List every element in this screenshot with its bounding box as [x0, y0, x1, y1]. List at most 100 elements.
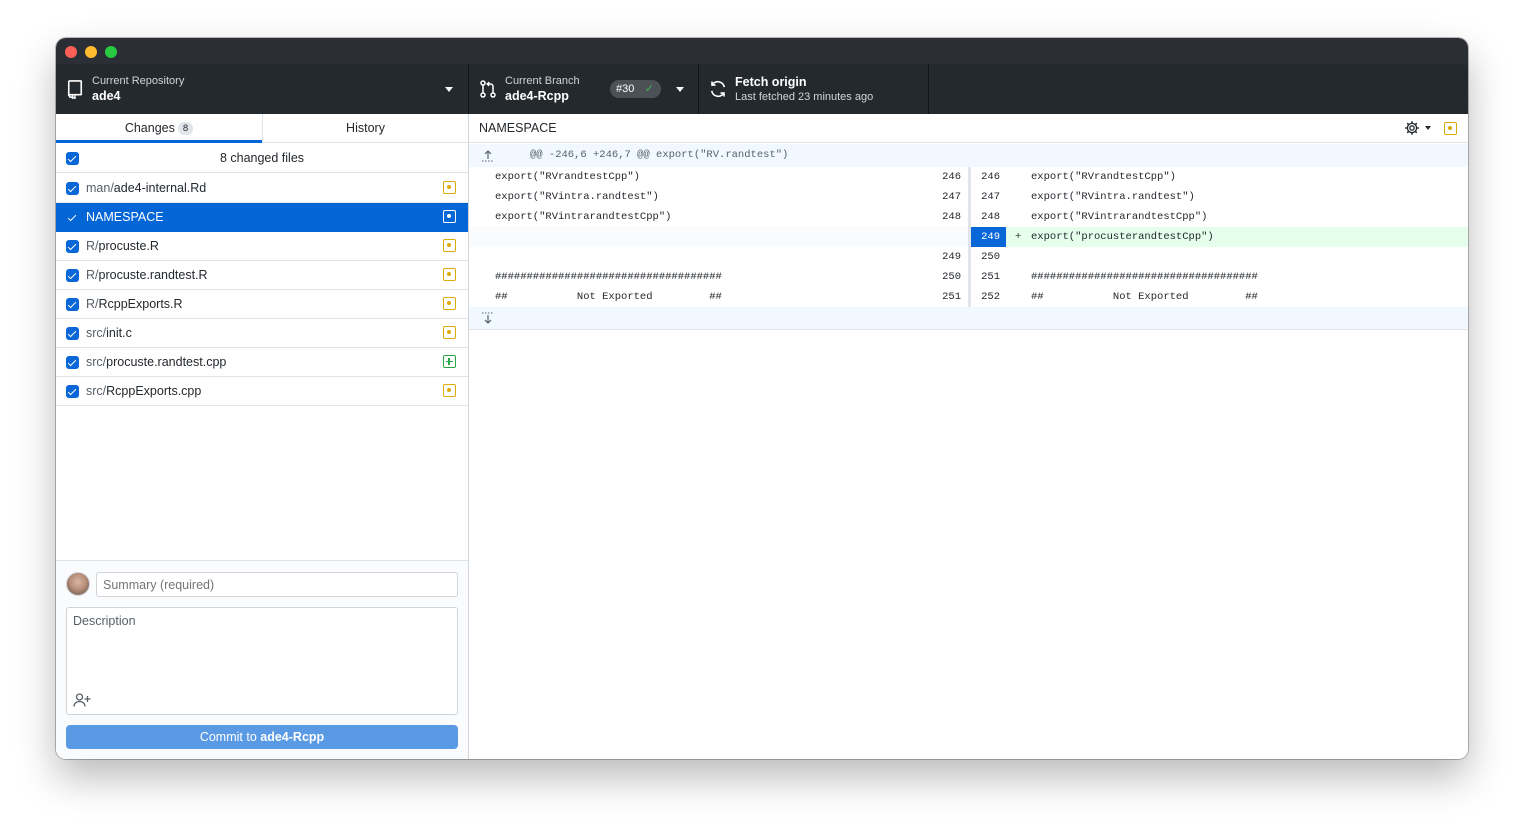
modified-status-icon [443, 239, 456, 252]
description-field[interactable]: Description [66, 607, 458, 715]
left-line-code: export("RVrandtestCpp") [495, 171, 640, 183]
branch-name: ade4-Rcpp [505, 89, 569, 103]
sidebar-tabs: Changes 8 History [56, 114, 468, 143]
file-checkbox[interactable] [66, 269, 79, 282]
pr-number: #30 [616, 83, 635, 95]
commit-panel: Description Commit to ade4-Rcpp [56, 560, 468, 759]
left-line-code: export("RVintra.randtest") [495, 191, 659, 203]
expand-down-icon[interactable] [481, 312, 495, 325]
right-line-number: 246 [981, 171, 1000, 183]
file-path: src/RcppExports.cpp [86, 377, 201, 405]
tab-changes-label: Changes [124, 121, 175, 135]
left-line-code: #################################### [495, 271, 722, 283]
tab-changes[interactable]: Changes 8 [56, 114, 262, 143]
tab-history-label: History [346, 121, 385, 135]
repo-name: ade4 [92, 89, 121, 103]
modified-status-icon [443, 210, 456, 223]
add-coauthor-icon[interactable] [73, 692, 91, 708]
commit-button[interactable]: Commit to ade4-Rcpp [66, 725, 458, 749]
file-row[interactable]: R/procuste.R [56, 232, 468, 261]
chevron-down-icon [445, 87, 453, 92]
tab-history[interactable]: History [262, 114, 468, 143]
right-line-code: export("RVintra.randtest") [1031, 191, 1195, 203]
file-row[interactable]: src/RcppExports.cpp [56, 377, 468, 406]
repo-icon [67, 80, 83, 99]
sidebar: Changes 8 History 8 changed files man/ade… [56, 114, 469, 759]
title-bar [56, 38, 1468, 64]
right-line-code: #################################### [1031, 271, 1258, 283]
file-checkbox[interactable] [66, 211, 79, 224]
file-name: procuste.R [98, 239, 159, 253]
commit-button-branch: ade4-Rcpp [260, 730, 325, 744]
app-window: Current Repository ade4 Current Branch a… [56, 38, 1468, 759]
file-dir: R/ [86, 268, 99, 282]
file-checkbox[interactable] [66, 298, 79, 311]
expand-down-row [469, 307, 1468, 330]
file-checkbox[interactable] [66, 356, 79, 369]
file-row[interactable]: R/RcppExports.R [56, 290, 468, 319]
commit-button-prefix: Commit to [199, 730, 261, 744]
modified-status-icon [443, 384, 456, 397]
added-status-icon [443, 355, 456, 368]
diff-pane: NAMESPACE @@ -246,6 +246,7 @@ export("RV… [469, 114, 1468, 759]
diff-header: NAMESPACE [469, 114, 1468, 143]
chevron-down-icon [676, 87, 684, 92]
file-path: R/procuste.randtest.R [86, 261, 208, 289]
fetch-title: Fetch origin [735, 75, 807, 89]
file-path: src/init.c [86, 319, 132, 347]
file-path: R/procuste.R [86, 232, 159, 260]
description-placeholder: Description [73, 614, 136, 628]
changes-count-badge: 8 [177, 122, 194, 135]
right-line-code: export("RVrandtestCpp") [1031, 171, 1176, 183]
file-row[interactable]: src/procuste.randtest.cpp [56, 348, 468, 377]
plus-sign: + [1015, 231, 1022, 243]
file-checkbox[interactable] [66, 327, 79, 340]
toolbar: Current Repository ade4 Current Branch a… [56, 64, 1468, 114]
file-path: R/RcppExports.R [86, 290, 183, 318]
zoom-window-button[interactable] [105, 46, 117, 58]
left-line-number: 248 [942, 211, 961, 223]
minimize-window-button[interactable] [85, 46, 97, 58]
file-row[interactable]: man/ade4-internal.Rd [56, 174, 468, 203]
right-line-number: 249 [981, 231, 1000, 243]
file-row[interactable]: R/procuste.randtest.R [56, 261, 468, 290]
summary-input[interactable] [96, 572, 458, 597]
file-name: init.c [106, 326, 132, 340]
current-branch-button[interactable]: Current Branch ade4-Rcpp #30 ✓ [469, 64, 699, 114]
file-row[interactable]: src/init.c [56, 319, 468, 348]
modified-status-icon [1444, 122, 1457, 135]
current-repository-button[interactable]: Current Repository ade4 [56, 64, 469, 114]
hunk-header: @@ -246,6 +246,7 @@ export("RV.randtest"… [469, 144, 1468, 167]
file-name: procuste.randtest.R [98, 268, 208, 282]
right-line-code: ## Not Exported ## [1031, 291, 1258, 303]
split-divider [968, 167, 971, 307]
file-dir: R/ [86, 239, 99, 253]
modified-status-icon [443, 268, 456, 281]
file-checkbox[interactable] [66, 240, 79, 253]
right-line-code: export("procusterandtestCpp") [1031, 231, 1214, 243]
file-checkbox[interactable] [66, 182, 79, 195]
expand-up-icon[interactable] [481, 149, 495, 162]
right-line-number: 247 [981, 191, 1000, 203]
sync-icon [710, 80, 726, 98]
left-line-number: 249 [942, 251, 961, 263]
right-line-number: 251 [981, 271, 1000, 283]
changed-files-header: 8 changed files [56, 144, 468, 173]
file-checkbox[interactable] [66, 385, 79, 398]
left-line-number: 246 [942, 171, 961, 183]
file-dir: src/ [86, 355, 107, 369]
pull-request-icon [480, 80, 496, 98]
left-line-number: 247 [942, 191, 961, 203]
pull-request-badge[interactable]: #30 ✓ [610, 80, 661, 98]
file-row[interactable]: NAMESPACE [56, 203, 468, 232]
branch-label: Current Branch [505, 75, 580, 87]
avatar [66, 572, 90, 596]
right-line-number: 252 [981, 291, 1000, 303]
left-line-code: ## Not Exported ## [495, 291, 722, 303]
gear-icon[interactable] [1404, 120, 1420, 136]
fetch-origin-button[interactable]: Fetch origin Last fetched 23 minutes ago [699, 64, 929, 114]
chevron-down-icon [1425, 126, 1431, 130]
close-window-button[interactable] [65, 46, 77, 58]
left-line-number: 250 [942, 271, 961, 283]
changed-files-count: 8 changed files [219, 151, 305, 165]
